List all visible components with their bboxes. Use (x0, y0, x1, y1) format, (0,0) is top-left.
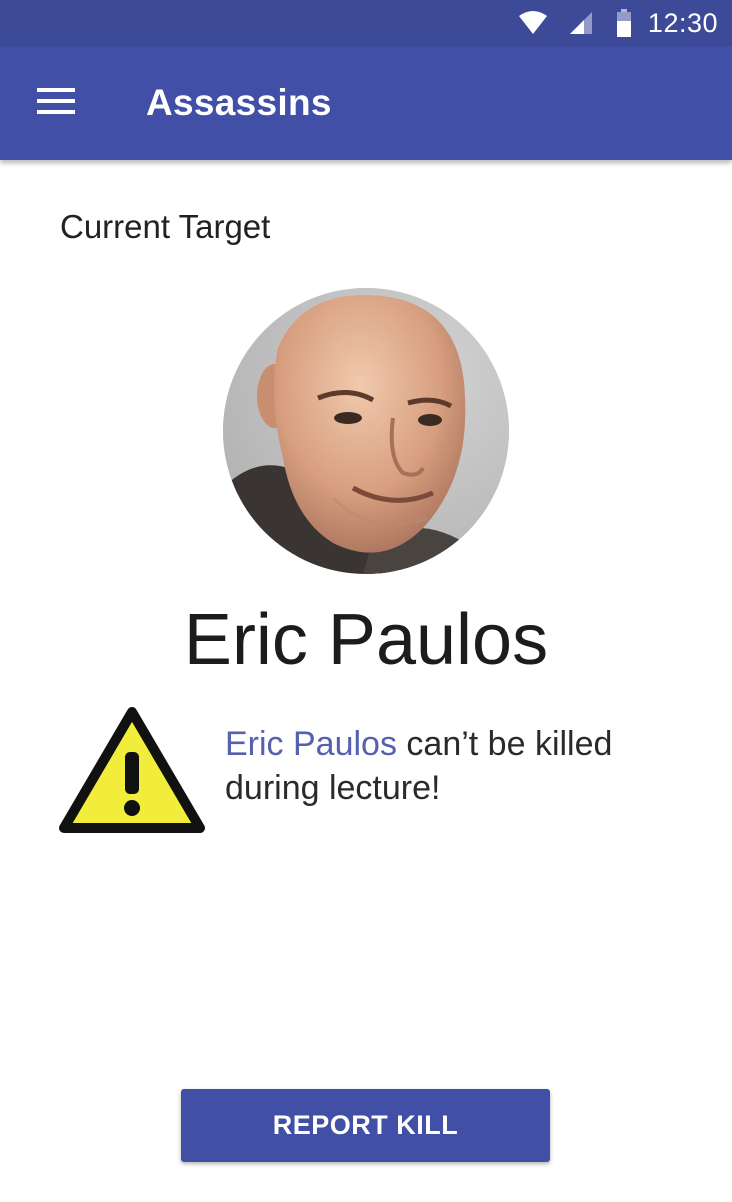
target-avatar (223, 288, 509, 574)
report-kill-button[interactable]: REPORT KILL (181, 1089, 550, 1162)
battery-icon (616, 8, 632, 38)
status-icons: 12:30 (518, 0, 718, 46)
warning-icon (58, 704, 206, 838)
app-title: Assassins (146, 82, 332, 123)
section-label: Current Target (60, 208, 271, 245)
wifi-icon (518, 10, 548, 36)
warning-message: Eric Paulos can’t be killed during lectu… (225, 722, 705, 810)
target-name: Eric Paulos (183, 600, 549, 680)
status-bar: 12:30 (0, 0, 732, 46)
warning-target-name: Eric Paulos (225, 725, 397, 763)
status-time: 12:30 (647, 7, 718, 38)
menu-button[interactable] (30, 80, 82, 126)
app-bar: Assassins (0, 46, 732, 160)
menu-icon (37, 87, 75, 120)
signal-icon (568, 10, 594, 36)
